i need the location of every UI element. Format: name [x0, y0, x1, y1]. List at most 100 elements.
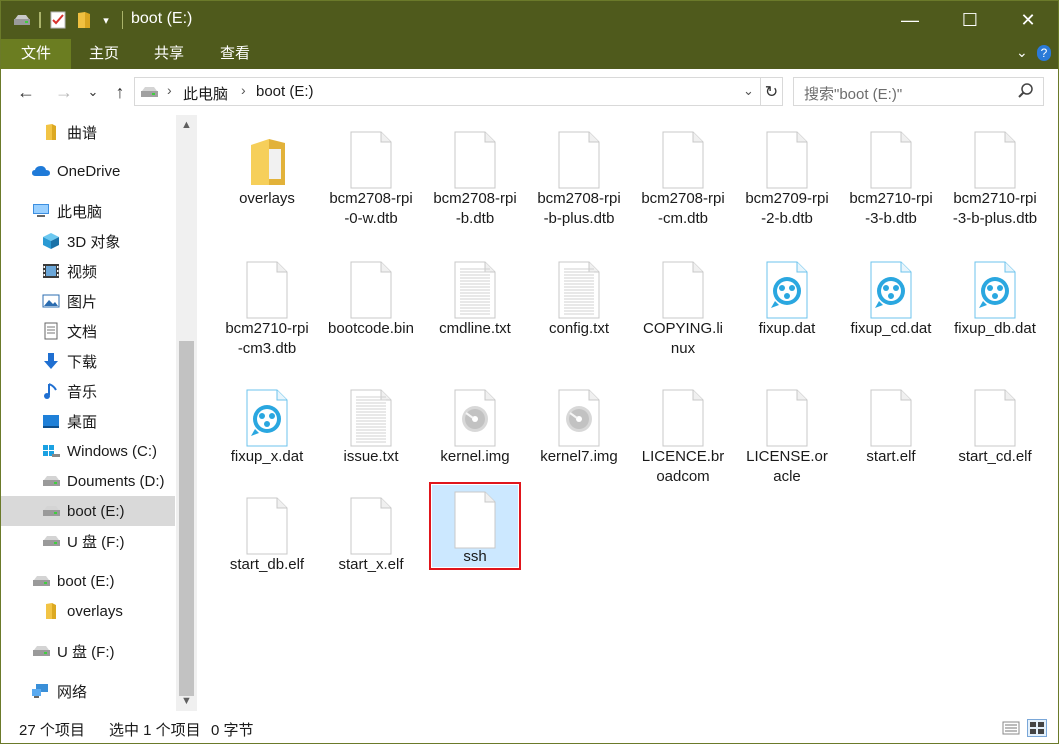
sidebar-item-label: 3D 对象: [67, 233, 121, 251]
ribbon-expand-button[interactable]: ⌄: [1016, 44, 1028, 61]
folder-icon: [41, 601, 61, 621]
properties-icon[interactable]: [47, 9, 69, 31]
sidebar-scrollbar[interactable]: ▲ ▼: [176, 115, 197, 711]
large-icons-view-button[interactable]: [1027, 719, 1047, 737]
forward-button[interactable]: →: [51, 79, 77, 105]
file-item[interactable]: COPYING.linux: [640, 249, 726, 357]
up-button[interactable]: ↑: [107, 79, 133, 105]
sidebar-item[interactable]: 下载: [1, 346, 175, 376]
search-box[interactable]: 搜索"boot (E:)": [793, 77, 1044, 106]
details-view-button[interactable]: [1001, 719, 1021, 737]
blank-file-icon: [661, 131, 705, 189]
new-folder-icon[interactable]: [73, 9, 95, 31]
close-button[interactable]: ✕: [1005, 1, 1051, 39]
file-name: kernel.img: [440, 448, 510, 465]
sidebar-item[interactable]: 桌面: [1, 406, 175, 436]
sidebar-item[interactable]: 曲谱: [1, 117, 175, 147]
file-item[interactable]: cmdline.txt: [432, 249, 518, 349]
sidebar-item[interactable]: OneDrive: [1, 156, 175, 186]
file-item[interactable]: fixup_x.dat: [224, 377, 310, 477]
sidebar-item[interactable]: 此电脑: [1, 196, 175, 226]
tab-share[interactable]: 共享: [141, 39, 197, 69]
file-name: fixup.dat: [758, 320, 816, 337]
sidebar-item[interactable]: boot (E:): [1, 496, 175, 526]
file-name: fixup_db.dat: [954, 320, 1036, 337]
minimize-button[interactable]: —: [887, 1, 933, 39]
sidebar-item[interactable]: Windows (C:): [1, 436, 175, 466]
address-dropdown-icon[interactable]: ⌄: [743, 83, 754, 99]
tab-home[interactable]: 主页: [77, 39, 131, 69]
sidebar-item[interactable]: overlays: [1, 596, 175, 626]
file-item[interactable]: start_cd.elf: [952, 377, 1038, 477]
drive-icon: [41, 501, 61, 521]
help-button[interactable]: ?: [1037, 45, 1051, 61]
scroll-down-arrow-icon[interactable]: ▼: [176, 691, 197, 711]
customize-quick-access-icon[interactable]: ▾: [97, 9, 115, 31]
file-name: bootcode.bin: [328, 320, 414, 337]
search-input[interactable]: 搜索"boot (E:)": [804, 83, 902, 104]
sidebar-item[interactable]: 视频: [1, 256, 175, 286]
recent-locations-button[interactable]: ⌄: [83, 79, 103, 105]
file-item[interactable]: fixup_cd.dat: [848, 249, 934, 349]
sidebar-item-label: 文档: [67, 323, 98, 341]
file-item[interactable]: bcm2708-rpi-b.dtb: [432, 119, 518, 227]
search-icon[interactable]: [1017, 81, 1035, 105]
sidebar-item[interactable]: Douments (D:): [1, 466, 175, 496]
blank-file-icon: [869, 131, 913, 189]
file-item[interactable]: config.txt: [536, 249, 622, 349]
file-item[interactable]: start_db.elf: [224, 485, 310, 585]
folder-icon: [41, 122, 61, 142]
sidebar-item[interactable]: 文档: [1, 316, 175, 346]
breadcrumb-boot[interactable]: boot (E:): [256, 83, 314, 100]
title-bar: ▾ boot (E:) — ☐ ✕: [1, 1, 1058, 39]
file-item[interactable]: bcm2709-rpi-2-b.dtb: [744, 119, 830, 227]
refresh-button[interactable]: ↻: [761, 77, 783, 106]
blank-file-icon: [349, 261, 393, 319]
file-item[interactable]: bcm2710-rpi-cm3.dtb: [224, 249, 310, 357]
file-item[interactable]: start.elf: [848, 377, 934, 477]
file-item[interactable]: issue.txt: [328, 377, 414, 477]
media-file-icon: [765, 261, 809, 319]
blank-file-icon: [245, 261, 289, 319]
sidebar-item-label: 此电脑: [57, 203, 103, 221]
file-item[interactable]: fixup.dat: [744, 249, 830, 349]
media-file-icon: [973, 261, 1017, 319]
drive-icon: [41, 471, 61, 491]
file-name: cmdline.txt: [439, 320, 511, 337]
file-item[interactable]: bcm2710-rpi-3-b-plus.dtb: [952, 119, 1038, 227]
file-item[interactable]: bcm2708-rpi-cm.dtb: [640, 119, 726, 227]
sidebar-item[interactable]: 3D 对象: [1, 226, 175, 256]
sidebar-item[interactable]: 网络: [1, 676, 175, 706]
sidebar-item[interactable]: 图片: [1, 286, 175, 316]
tab-view[interactable]: 查看: [207, 39, 263, 69]
sidebar-item[interactable]: U 盘 (F:): [1, 636, 175, 666]
file-item[interactable]: bootcode.bin: [328, 249, 414, 349]
file-item[interactable]: overlays: [224, 119, 310, 219]
file-item[interactable]: ssh: [429, 482, 521, 570]
item-count: 27 个项目: [19, 722, 85, 739]
blank-file-icon: [557, 131, 601, 189]
maximize-button[interactable]: ☐: [947, 1, 993, 39]
breadcrumb-this-pc[interactable]: 此电脑: [183, 83, 228, 104]
file-name: ssh: [463, 548, 487, 565]
file-item[interactable]: kernel.img: [432, 377, 518, 477]
scrollbar-thumb[interactable]: [179, 341, 194, 696]
file-item[interactable]: start_x.elf: [328, 485, 414, 585]
folder-icon: [245, 131, 289, 189]
file-item[interactable]: kernel7.img: [536, 377, 622, 477]
file-item[interactable]: bcm2710-rpi-3-b.dtb: [848, 119, 934, 227]
sidebar-item[interactable]: 音乐: [1, 376, 175, 406]
file-item[interactable]: bcm2708-rpi-0-w.dtb: [328, 119, 414, 227]
file-item[interactable]: bcm2708-rpi-b-plus.dtb: [536, 119, 622, 227]
file-name: kernel7.img: [540, 448, 618, 465]
sidebar-item[interactable]: boot (E:): [1, 566, 175, 596]
sidebar-item[interactable]: U 盘 (F:): [1, 526, 175, 556]
file-name: overlays: [239, 190, 295, 207]
file-item[interactable]: fixup_db.dat: [952, 249, 1038, 349]
back-button[interactable]: ←: [13, 79, 39, 105]
file-item[interactable]: LICENCE.broadcom: [640, 377, 726, 485]
scroll-up-arrow-icon[interactable]: ▲: [176, 115, 197, 135]
blank-file-icon: [765, 131, 809, 189]
address-bar[interactable]: › 此电脑 › boot (E:) ⌄: [134, 77, 761, 106]
file-item[interactable]: LICENSE.oracle: [744, 377, 830, 485]
